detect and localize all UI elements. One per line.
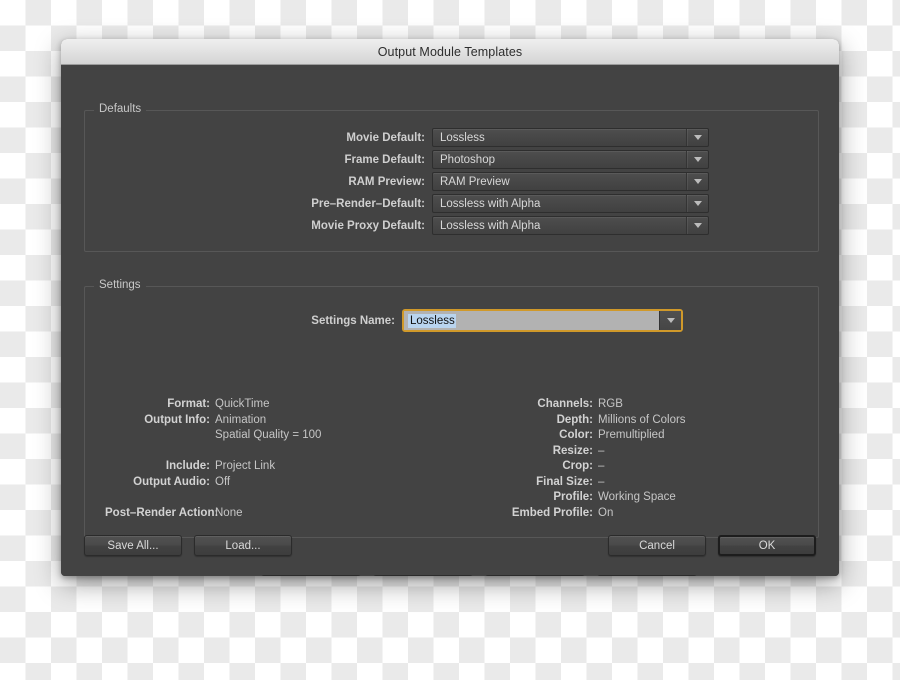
info-value: Project Link bbox=[215, 460, 276, 472]
footer-left-buttons: Save All... Load... bbox=[84, 535, 292, 556]
ram-preview-label: RAM Preview: bbox=[348, 175, 425, 188]
chevron-down-icon[interactable] bbox=[686, 129, 708, 146]
cancel-button[interactable]: Cancel bbox=[608, 535, 706, 556]
settings-name-label: Settings Name: bbox=[311, 314, 395, 327]
movie-proxy-default-value: Lossless with Alpha bbox=[440, 219, 541, 232]
field-row-ram-preview: RAM Preview: RAM Preview bbox=[245, 172, 709, 191]
info-key: Format: bbox=[167, 398, 210, 410]
defaults-group: Defaults Movie Default: Lossless Frame D… bbox=[84, 103, 819, 252]
page-title: Output Module Templates bbox=[377, 44, 523, 59]
dialog-body: Defaults Movie Default: Lossless Frame D… bbox=[61, 65, 839, 576]
frame-default-label: Frame Default: bbox=[344, 153, 425, 166]
info-key: Post–Render Action: bbox=[105, 506, 219, 519]
save-all-button[interactable]: Save All... bbox=[84, 535, 182, 556]
info-value: Animation bbox=[215, 413, 267, 426]
info-key: Color: bbox=[559, 429, 593, 441]
settings-name-row: Settings Name: Lossless bbox=[215, 309, 683, 332]
load-button[interactable]: Load... bbox=[194, 535, 292, 556]
info-row-output-info: Output Info: Animation bbox=[105, 413, 321, 429]
field-row-movie-proxy-default: Movie Proxy Default: Lossless with Alpha bbox=[245, 216, 709, 235]
info-value: QuickTime bbox=[215, 398, 270, 410]
info-key: Output Info: bbox=[144, 413, 210, 426]
movie-default-value: Lossless bbox=[440, 131, 485, 144]
info-row-profile: Profile: Working Space bbox=[500, 490, 686, 506]
info-row-resize: Resize: – bbox=[500, 444, 686, 460]
info-row-embed-profile: Embed Profile: On bbox=[500, 506, 686, 522]
info-row-color: Color: Premultiplied bbox=[500, 428, 686, 444]
info-key: Crop: bbox=[562, 460, 593, 472]
info-value: None bbox=[215, 506, 243, 519]
info-key: Embed Profile: bbox=[511, 506, 593, 519]
info-key: Depth: bbox=[556, 413, 593, 426]
info-value: On bbox=[598, 506, 614, 519]
chevron-down-icon[interactable] bbox=[686, 173, 708, 190]
info-value: Working Space bbox=[598, 491, 676, 503]
pre-render-default-dropdown[interactable]: Lossless with Alpha bbox=[432, 194, 709, 213]
info-value: – bbox=[598, 444, 605, 457]
footer-right-buttons: Cancel OK bbox=[608, 535, 816, 556]
settings-group: Settings Settings Name: Lossless New... … bbox=[84, 279, 819, 576]
info-row-channels: Channels: RGB bbox=[500, 397, 686, 413]
info-key: Output Audio: bbox=[133, 475, 210, 488]
info-row-depth: Depth: Millions of Colors bbox=[500, 413, 686, 429]
info-key: Include: bbox=[165, 460, 210, 472]
info-value: – bbox=[598, 460, 605, 472]
info-key: Channels: bbox=[537, 398, 593, 410]
movie-proxy-default-label: Movie Proxy Default: bbox=[311, 219, 425, 232]
info-row-spatial-quality: Spatial Quality = 100 bbox=[105, 428, 321, 444]
movie-default-dropdown[interactable]: Lossless bbox=[432, 128, 709, 147]
pre-render-default-label: Pre–Render–Default: bbox=[311, 197, 425, 210]
info-value: Premultiplied bbox=[598, 429, 665, 441]
dialog-footer: Save All... Load... Cancel OK bbox=[61, 521, 839, 576]
ok-button[interactable]: OK bbox=[718, 535, 816, 556]
info-value: – bbox=[598, 475, 605, 488]
info-key: Profile: bbox=[553, 491, 593, 503]
chevron-down-icon[interactable] bbox=[686, 195, 708, 212]
field-row-movie-default: Movie Default: Lossless bbox=[245, 128, 709, 147]
settings-group-label: Settings bbox=[94, 279, 146, 291]
settings-name-value: Lossless bbox=[408, 313, 456, 328]
settings-name-input[interactable]: Lossless bbox=[404, 311, 659, 330]
pre-render-default-value: Lossless with Alpha bbox=[440, 197, 541, 210]
frame-default-dropdown[interactable]: Photoshop bbox=[432, 150, 709, 169]
info-row-include: Include: Project Link bbox=[105, 459, 321, 475]
info-value: Spatial Quality = 100 bbox=[215, 429, 322, 441]
info-row-crop: Crop: – bbox=[500, 459, 686, 475]
output-module-templates-dialog: Output Module Templates Defaults Movie D… bbox=[61, 39, 839, 576]
info-key: Resize: bbox=[552, 444, 593, 457]
dialog-titlebar: Output Module Templates bbox=[61, 39, 839, 65]
movie-default-label: Movie Default: bbox=[346, 131, 425, 144]
settings-info-left: Format: QuickTime Output Info: Animation… bbox=[105, 397, 321, 521]
movie-proxy-default-dropdown[interactable]: Lossless with Alpha bbox=[432, 216, 709, 235]
defaults-group-label: Defaults bbox=[94, 103, 147, 115]
field-row-pre-render-default: Pre–Render–Default: Lossless with Alpha bbox=[245, 194, 709, 213]
info-row-post-render-action: Post–Render Action: None bbox=[105, 506, 321, 522]
chevron-down-icon[interactable] bbox=[686, 151, 708, 168]
chevron-down-icon[interactable] bbox=[686, 217, 708, 234]
info-value: RGB bbox=[598, 398, 623, 410]
ram-preview-dropdown[interactable]: RAM Preview bbox=[432, 172, 709, 191]
info-key bbox=[105, 428, 215, 444]
info-value: Millions of Colors bbox=[598, 413, 686, 426]
settings-info-right: Channels: RGB Depth: Millions of Colors … bbox=[500, 397, 686, 521]
ram-preview-value: RAM Preview bbox=[440, 175, 510, 188]
info-row-final-size: Final Size: – bbox=[500, 475, 686, 491]
chevron-down-icon[interactable] bbox=[659, 311, 681, 330]
info-row-format: Format: QuickTime bbox=[105, 397, 321, 413]
info-row-output-audio: Output Audio: Off bbox=[105, 475, 321, 491]
info-key: Final Size: bbox=[536, 475, 593, 488]
info-value: Off bbox=[215, 475, 231, 488]
frame-default-value: Photoshop bbox=[440, 153, 495, 166]
field-row-frame-default: Frame Default: Photoshop bbox=[245, 150, 709, 169]
settings-name-field-wrapper[interactable]: Lossless bbox=[402, 309, 683, 332]
